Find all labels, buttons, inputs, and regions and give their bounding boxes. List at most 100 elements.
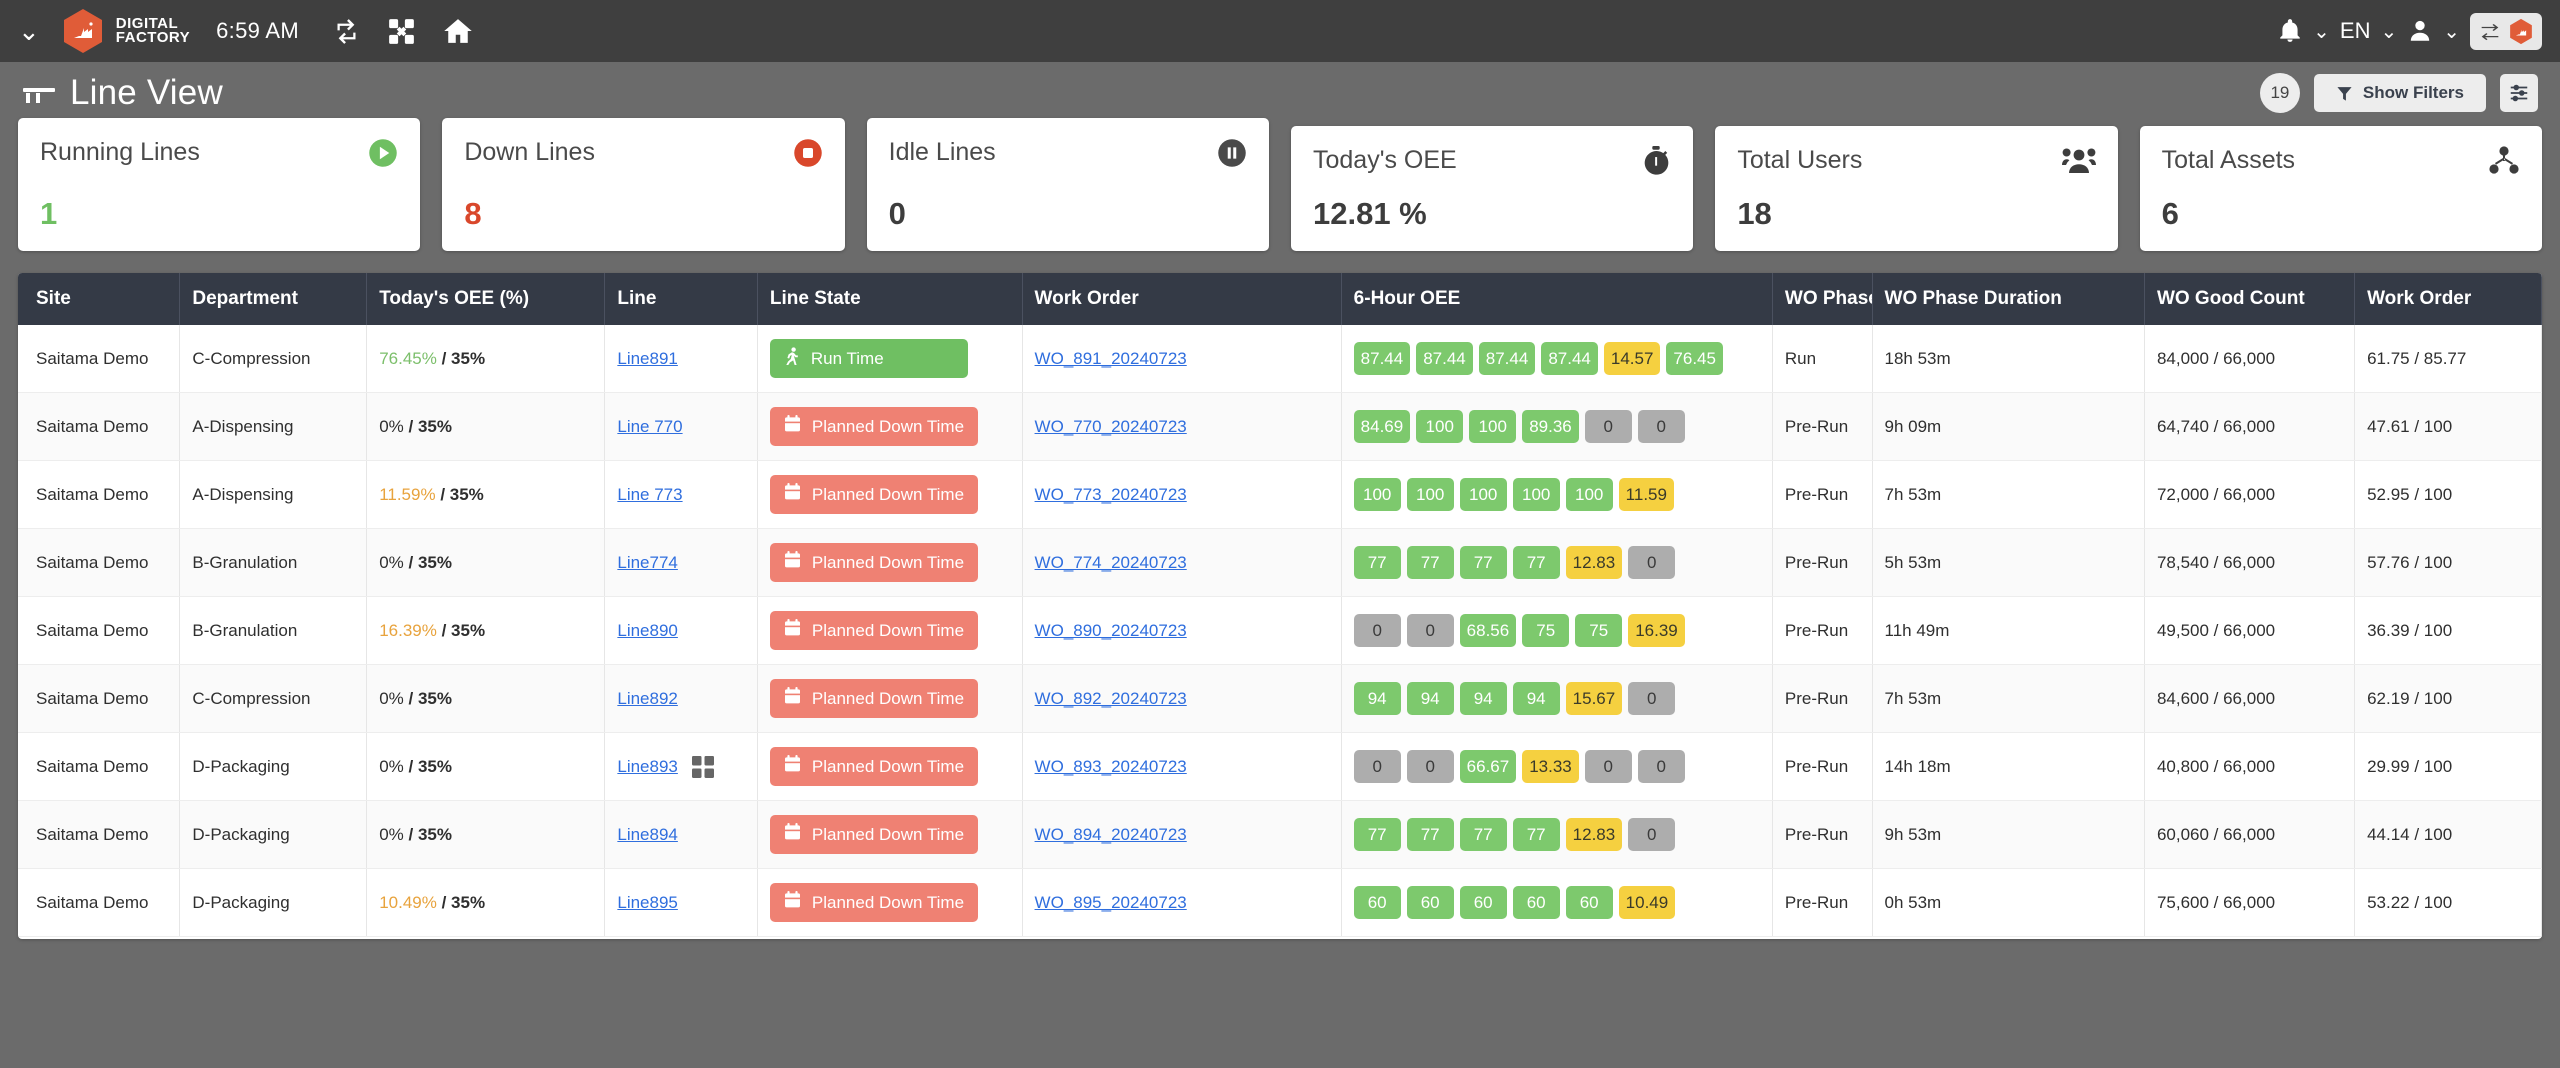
line-link[interactable]: Line894 [617, 825, 678, 845]
work-order-link[interactable]: WO_894_20240723 [1035, 825, 1187, 844]
kpi-card-down-lines[interactable]: Down Lines 8 [442, 118, 845, 251]
column-header-wo-phase-duration[interactable]: WO Phase Duration [1872, 273, 2145, 325]
oee-badge: 60 [1353, 886, 1401, 919]
line-link[interactable]: Line 773 [617, 485, 682, 505]
table-row[interactable]: Saitama Demo B-Granulation 0% / 35% Line… [18, 528, 2542, 597]
table-settings-button[interactable] [2500, 74, 2538, 112]
cell-wo-phase-duration: 9h 09m [1872, 392, 2145, 461]
column-header-work-order[interactable]: Work Order [1022, 273, 1342, 325]
column-header-line[interactable]: Line [604, 273, 758, 325]
cell-work-order-last: 62.19 / 100 [2354, 664, 2542, 733]
line-state-badge: Planned Down Time [769, 679, 979, 718]
work-order-link[interactable]: WO_890_20240723 [1035, 621, 1187, 640]
calendar-icon [784, 415, 801, 438]
home-icon[interactable] [443, 16, 473, 46]
cell-wo-phase: Pre-Run [1772, 392, 1873, 461]
kpi-card-total-users[interactable]: Total Users 18 [1715, 126, 2118, 251]
line-state-label: Planned Down Time [811, 552, 965, 572]
app-switcher-button[interactable] [2470, 12, 2542, 50]
line-link[interactable]: Line891 [617, 349, 678, 369]
kpi-title: Today's OEE [1312, 146, 1457, 174]
cell-6-hour-oee: 77 77 77 77 12.83 0 [1341, 800, 1773, 869]
column-header-department[interactable]: Department [179, 273, 368, 325]
table-row[interactable]: Saitama Demo B-Granulation 16.39% / 35% … [18, 596, 2542, 665]
table-row[interactable]: Saitama Demo D-Packaging 0% / 35% Line89… [18, 800, 2542, 869]
work-order-link[interactable]: WO_773_20240723 [1035, 485, 1187, 504]
cell-wo-phase: Run [1772, 325, 1873, 393]
cell-wo-good-count: 72,000 / 66,000 [2144, 460, 2356, 529]
table-row[interactable]: Saitama Demo C-Compression 0% / 35% Line… [18, 664, 2542, 733]
line-link[interactable]: Line893 [617, 757, 678, 777]
oee-badge: 0 [1353, 614, 1401, 647]
oee-badge: 68.56 [1459, 614, 1517, 647]
work-order-link[interactable]: WO_895_20240723 [1035, 893, 1187, 912]
cell-todays-oee: 0% / 35% [366, 528, 606, 597]
table-row[interactable]: Saitama Demo A-Dispensing 11.59% / 35% L… [18, 460, 2542, 529]
table-row[interactable]: Saitama Demo C-Compression 76.45% / 35% … [18, 325, 2542, 393]
kpi-value: 0 [888, 196, 906, 231]
cell-department: D-Packaging [179, 732, 368, 801]
oee-badge: 100 [1416, 410, 1464, 443]
main-menu-chevron-down-icon[interactable]: ⌄ [18, 18, 40, 44]
expand-icon[interactable] [388, 18, 415, 45]
column-header-today-s-oee[interactable]: Today's OEE (%) [366, 273, 606, 325]
cell-line: Line774 [604, 528, 758, 597]
column-header-site[interactable]: Site [18, 273, 181, 325]
cell-work-order: WO_891_20240723 [1022, 325, 1342, 393]
cell-wo-phase: Pre-Run [1772, 868, 1873, 937]
kpi-card-running-lines[interactable]: Running Lines 1 [18, 118, 421, 251]
kpi-value: 1 [40, 196, 58, 231]
table-row[interactable]: Saitama Demo A-Dispensing 0% / 35% Line … [18, 392, 2542, 461]
oee-badge: 0 [1628, 546, 1676, 579]
column-header-wo-phase[interactable]: WO Phase [1772, 273, 1873, 325]
work-order-link[interactable]: WO_770_20240723 [1035, 417, 1187, 436]
column-header-work-order[interactable]: Work Order [2354, 273, 2542, 325]
work-order-link[interactable]: WO_893_20240723 [1035, 757, 1187, 776]
show-filters-button[interactable]: Show Filters [2313, 74, 2486, 112]
language-label[interactable]: EN [2340, 18, 2371, 44]
oee-badge: 87.44 [1541, 342, 1598, 375]
line-link[interactable]: Line774 [617, 553, 678, 573]
kpi-card-today-s-oee[interactable]: Today's OEE 12.81 % [1290, 126, 1694, 251]
line-link[interactable]: Line890 [617, 621, 678, 641]
column-header-wo-good-count[interactable]: WO Good Count [2144, 273, 2356, 325]
oee-badge: 100 [1459, 478, 1507, 511]
oee-badge: 10.49 [1618, 886, 1676, 919]
cell-department: D-Packaging [179, 868, 368, 937]
table-row[interactable]: Saitama Demo D-Packaging 10.49% / 35% Li… [18, 868, 2542, 937]
cell-6-hour-oee: 0 0 68.56 75 75 16.39 [1341, 596, 1773, 665]
column-header-line-state[interactable]: Line State [757, 273, 1023, 325]
cell-work-order: WO_895_20240723 [1022, 868, 1342, 937]
cell-site: Saitama Demo [18, 732, 181, 801]
work-order-link[interactable]: WO_891_20240723 [1035, 349, 1187, 368]
line-link[interactable]: Line892 [617, 689, 678, 709]
line-link[interactable]: Line895 [617, 893, 678, 913]
table-row[interactable]: Saitama Demo D-Packaging 0% / 35% Line89… [18, 732, 2542, 801]
grid-view-icon[interactable] [691, 755, 714, 778]
work-order-link[interactable]: WO_892_20240723 [1035, 689, 1187, 708]
notifications-chevron-down-icon[interactable]: ⌄ [2313, 19, 2330, 44]
column-header-6-hour-oee[interactable]: 6-Hour OEE [1341, 273, 1773, 325]
refresh-icon[interactable] [333, 18, 360, 45]
cell-site: Saitama Demo [18, 392, 181, 461]
cell-wo-good-count: 49,500 / 66,000 [2144, 596, 2356, 665]
user-icon[interactable] [2407, 18, 2433, 44]
bell-icon[interactable] [2277, 18, 2303, 44]
cell-wo-phase-duration: 7h 53m [1872, 460, 2145, 529]
work-order-link[interactable]: WO_774_20240723 [1035, 553, 1187, 572]
table-header-row: Site Department Today's OEE (%) Line Line St… [18, 273, 2542, 325]
cell-wo-good-count: 40,800 / 66,000 [2144, 732, 2356, 801]
line-link[interactable]: Line 770 [617, 417, 682, 437]
brand-logo[interactable]: DIGITAL FACTORY [62, 8, 190, 54]
cell-line: Line 770 [604, 392, 758, 461]
stop-circle-icon [793, 138, 823, 168]
kpi-card-idle-lines[interactable]: Idle Lines 0 [866, 118, 1269, 251]
line-state-label: Planned Down Time [811, 824, 965, 844]
language-chevron-down-icon[interactable]: ⌄ [2380, 19, 2397, 44]
profile-chevron-down-icon[interactable]: ⌄ [2443, 19, 2460, 44]
cell-department: C-Compression [179, 325, 368, 393]
kpi-card-total-assets[interactable]: Total Assets 6 [2139, 126, 2542, 251]
oee-badge: 89.36 [1522, 410, 1579, 443]
line-state-badge: Planned Down Time [769, 747, 979, 786]
oee-badge: 15.67 [1565, 682, 1623, 715]
